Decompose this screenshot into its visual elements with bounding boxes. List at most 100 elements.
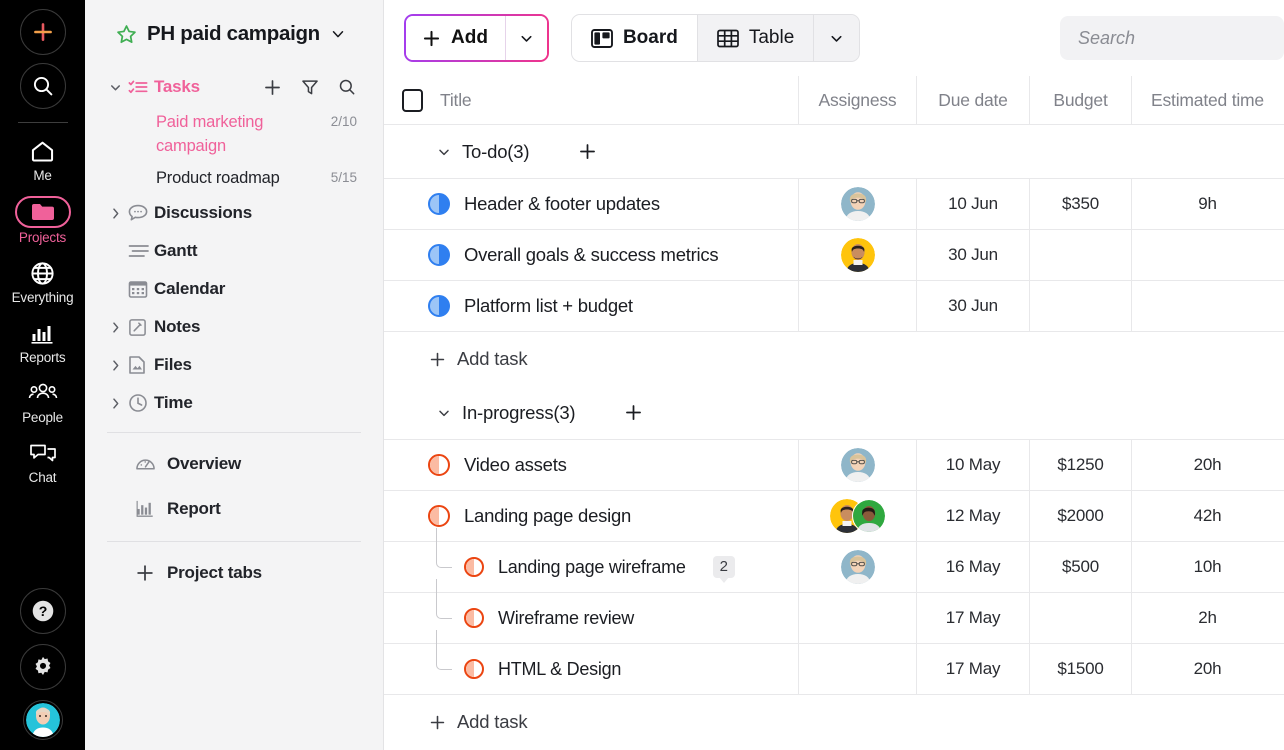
table-row[interactable]: Wireframe review 17 May 2h [384,593,1284,644]
sidebar-section-tasks[interactable]: Tasks [99,68,369,106]
cell-due-date[interactable]: 30 Jun [916,230,1029,280]
cell-assigness[interactable] [798,440,916,490]
cell-estimated-time[interactable] [1131,281,1283,331]
cell-assigness[interactable] [798,542,916,592]
cell-assigness[interactable] [798,281,916,331]
group-add-task-button[interactable] [623,402,644,423]
status-icon-in-progress[interactable] [464,608,484,628]
chevron-down-icon[interactable] [108,80,128,95]
sidebar-item-project-tabs[interactable]: Project tabs [99,550,369,595]
sidebar-section-files[interactable]: Files [99,346,369,384]
star-icon[interactable] [115,23,138,46]
chevron-right-icon[interactable] [108,358,128,373]
cell-assigness[interactable] [798,491,916,541]
table-row[interactable]: Platform list + budget 30 Jun [384,281,1284,332]
cell-due-date[interactable]: 12 May [916,491,1029,541]
comment-count-badge[interactable]: 2 [713,556,735,579]
status-icon-in-progress[interactable] [464,557,484,577]
cell-budget[interactable] [1029,230,1131,280]
chevron-right-icon[interactable] [108,396,128,411]
status-icon-in-progress[interactable] [464,659,484,679]
cell-due-date[interactable]: 16 May [916,542,1029,592]
cell-estimated-time[interactable]: 20h [1131,644,1283,694]
cell-due-date[interactable]: 30 Jun [916,281,1029,331]
cell-due-date[interactable]: 10 Jun [916,179,1029,229]
cell-title[interactable]: HTML & Design [384,644,798,694]
group-header-todo[interactable]: To-do(3) [384,125,1284,179]
filter-icon[interactable] [300,77,320,97]
sidebar-section-discussions[interactable]: Discussions [99,194,369,232]
table-row[interactable]: Overall goals & success metrics [384,230,1284,281]
status-icon-todo[interactable] [428,295,450,317]
cell-title[interactable]: Overall goals & success metrics [384,230,798,280]
cell-estimated-time[interactable]: 9h [1131,179,1283,229]
cell-budget[interactable]: $1500 [1029,644,1131,694]
chevron-down-icon[interactable] [436,144,452,160]
rail-item-people[interactable]: People [0,378,85,425]
group-add-task-button[interactable] [577,141,598,162]
status-icon-in-progress[interactable] [428,454,450,476]
table-row[interactable]: HTML & Design 17 May $1500 20h [384,644,1284,695]
table-row[interactable]: Landing page wireframe 2 [384,542,1284,593]
select-all-checkbox[interactable] [402,89,423,112]
cell-estimated-time[interactable]: 42h [1131,491,1283,541]
status-icon-todo[interactable] [428,193,450,215]
cell-assigness[interactable] [798,644,916,694]
rail-item-chat[interactable]: Chat [0,438,85,485]
sidebar-section-time[interactable]: Time [99,384,369,422]
cell-title[interactable]: Header & footer updates [384,179,798,229]
cell-budget[interactable]: $2000 [1029,491,1131,541]
group-header-in-progress[interactable]: In-progress(3) [384,386,1284,440]
sidebar-section-notes[interactable]: Notes [99,308,369,346]
tab-table[interactable]: Table [698,15,814,61]
cell-estimated-time[interactable] [1131,230,1283,280]
cell-title[interactable]: Platform list + budget [384,281,798,331]
chevron-right-icon[interactable] [108,320,128,335]
table-row[interactable]: Header & footer updates [384,179,1284,230]
settings-button[interactable] [20,644,66,690]
sidebar-task-list-product-roadmap[interactable]: Product roadmap 5/15 [99,162,369,194]
help-button[interactable]: ? [20,588,66,634]
profile-avatar-button[interactable] [23,700,63,740]
cell-budget[interactable] [1029,281,1131,331]
plus-icon[interactable] [262,77,283,98]
add-dropdown-button[interactable] [505,16,547,60]
search-input[interactable] [1060,16,1284,60]
table-row[interactable]: Video assets [384,440,1284,491]
table-row[interactable]: Landing page design [384,491,1284,542]
search-icon[interactable] [337,77,357,97]
cell-budget[interactable]: $1250 [1029,440,1131,490]
cell-assigness[interactable] [798,179,916,229]
cell-due-date[interactable]: 17 May [916,644,1029,694]
global-search-button[interactable] [20,63,66,109]
cell-budget[interactable]: $350 [1029,179,1131,229]
cell-title[interactable]: Video assets [384,440,798,490]
cell-estimated-time[interactable]: 10h [1131,542,1283,592]
status-icon-in-progress[interactable] [428,505,450,527]
rail-item-reports[interactable]: Reports [0,318,85,365]
status-icon-todo[interactable] [428,244,450,266]
rail-item-me[interactable]: Me [0,136,85,183]
chevron-right-icon[interactable] [108,206,128,221]
rail-item-projects[interactable]: Projects [0,196,85,245]
cell-due-date[interactable]: 10 May [916,440,1029,490]
cell-estimated-time[interactable]: 2h [1131,593,1283,643]
add-task-button-in-progress[interactable]: Add task [384,695,1284,749]
sidebar-item-report[interactable]: Report [99,486,369,531]
view-dropdown-button[interactable] [814,15,859,61]
add-button[interactable]: Add [406,16,505,60]
sidebar-task-list-paid-marketing-campaign[interactable]: Paid marketing campaign 2/10 [99,106,369,162]
sidebar-item-overview[interactable]: Overview [99,441,369,486]
rail-item-everything[interactable]: Everything [0,258,85,305]
cell-due-date[interactable]: 17 May [916,593,1029,643]
chevron-down-icon[interactable] [329,25,347,43]
global-add-button[interactable] [20,9,66,55]
project-header[interactable]: PH paid campaign [99,0,369,68]
sidebar-section-calendar[interactable]: Calendar [99,270,369,308]
cell-budget[interactable]: $500 [1029,542,1131,592]
cell-assigness[interactable] [798,593,916,643]
cell-assigness[interactable] [798,230,916,280]
cell-budget[interactable] [1029,593,1131,643]
tab-board[interactable]: Board [572,15,698,61]
chevron-down-icon[interactable] [436,405,452,421]
